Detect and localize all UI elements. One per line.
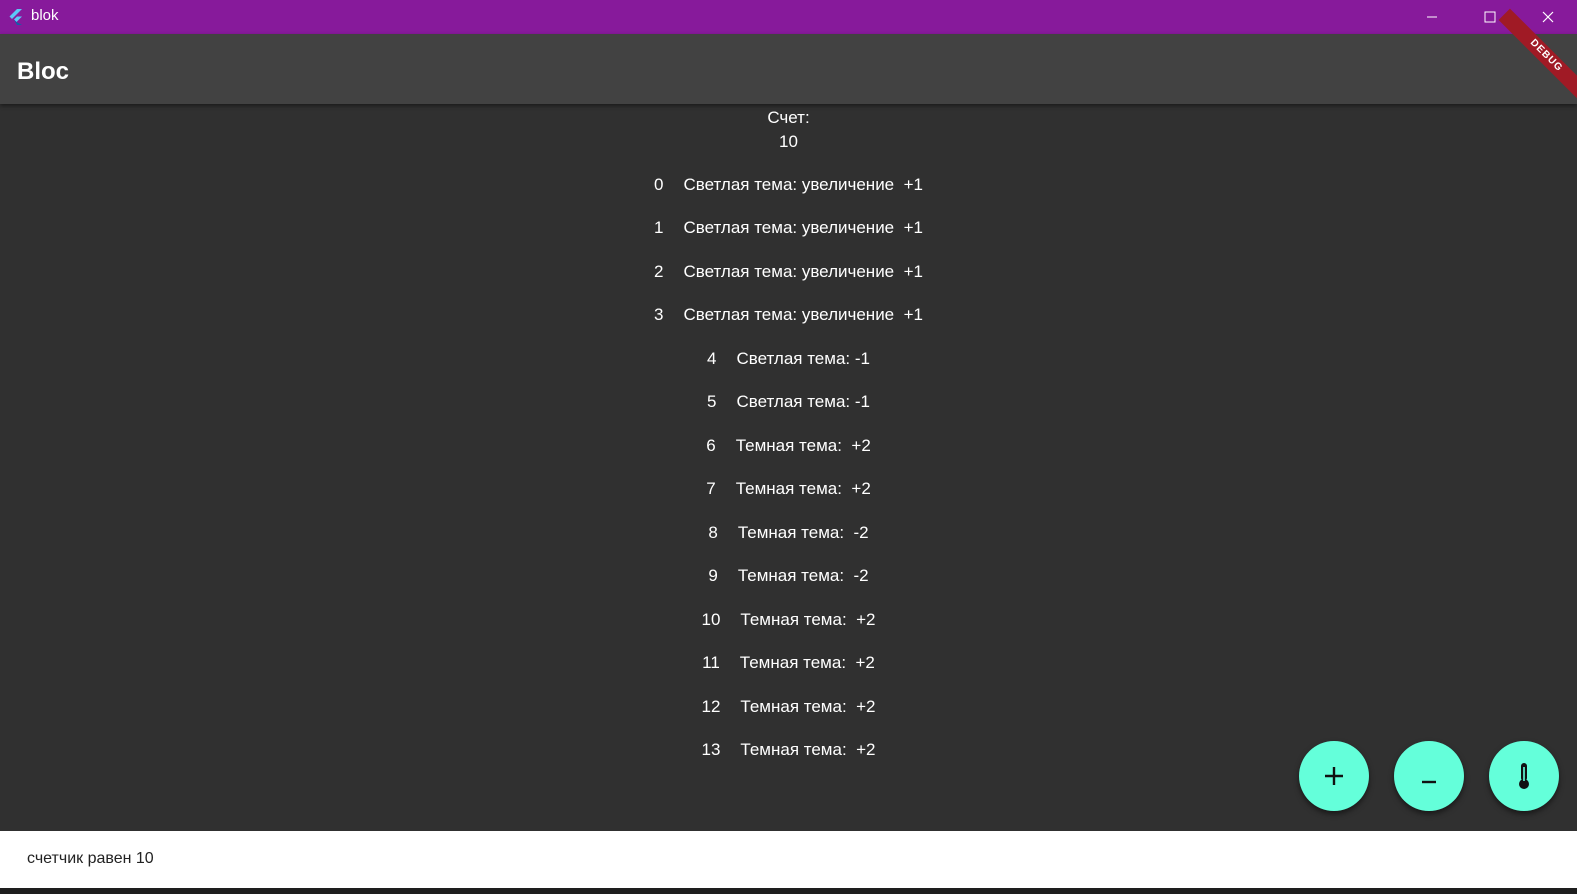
window-title: blok	[31, 7, 59, 24]
list-item-text: Темная тема: +2	[735, 436, 871, 455]
list-item-text: Темная тема: +2	[740, 697, 876, 716]
flutter-icon	[9, 9, 22, 25]
list-item-index: 9	[708, 566, 718, 585]
list-item-index: 5	[707, 392, 717, 411]
list-item-text: Темная тема: +2	[740, 610, 876, 629]
list-item-index: 6	[706, 436, 716, 455]
list-item: 10 Темная тема: +2	[0, 608, 1577, 632]
main-content: Счет: 10 0 Светлая тема: увеличение +1 1С…	[0, 104, 1577, 831]
list-item-text: Темная тема: -2	[737, 523, 869, 542]
list-item-index: 3	[654, 305, 664, 324]
app-bar-title: Bloc	[17, 58, 70, 85]
list-item-index: 4	[707, 349, 717, 368]
list-item-text: Светлая тема: увеличение +1	[683, 262, 923, 281]
list-item-text: Светлая тема: увеличение +1	[683, 305, 923, 324]
list-item-index: 13	[701, 740, 721, 759]
list-item-text: Темная тема: +2	[740, 740, 876, 759]
list-item-text: Светлая тема: -1	[736, 392, 870, 411]
increment-button[interactable]	[1299, 741, 1369, 811]
counter-label: Счет:	[767, 108, 810, 127]
list-item: 6 Темная тема: +2	[0, 434, 1577, 458]
list-item-index: 10	[701, 610, 721, 629]
list-item: 9 Темная тема: -2	[0, 564, 1577, 588]
minus-icon	[1422, 780, 1436, 784]
snackbar: счетчик равен 10	[0, 831, 1577, 888]
list-item: 7 Темная тема: +2	[0, 477, 1577, 501]
list-item-text: Темная тема: -2	[737, 566, 869, 585]
thermometer-icon	[1519, 763, 1529, 789]
list-item: 5 Светлая тема: -1	[0, 390, 1577, 414]
list-item: 4 Светлая тема: -1	[0, 347, 1577, 371]
decrement-button[interactable]	[1394, 741, 1464, 811]
list-item-index: 1	[654, 218, 664, 237]
app-bar: Bloc DEBUG	[0, 8, 1577, 104]
list-item-text: Темная тема: +2	[739, 653, 875, 672]
maximize-icon	[1484, 11, 1496, 23]
list-item-index: 2	[654, 262, 664, 281]
list-item-text: Светлая тема: увеличение +1	[683, 218, 923, 237]
minimize-icon	[1427, 16, 1437, 18]
window-titlebar: blok	[0, 0, 1577, 34]
list-item: 8 Темная тема: -2	[0, 521, 1577, 545]
minimize-button[interactable]	[1403, 0, 1461, 34]
list-item: 0 Светлая тема: увеличение +1	[0, 173, 1577, 197]
counter-value: 10	[779, 132, 798, 151]
list-item-index: 12	[701, 697, 721, 716]
list-item: 1 Светлая тема: увеличение +1	[0, 216, 1577, 240]
plus-icon	[1325, 767, 1343, 785]
list-item: 3 Светлая тема: увеличение +1	[0, 303, 1577, 327]
list-item-text: Светлая тема: -1	[736, 349, 870, 368]
list-item: 11 Темная тема: +2	[0, 651, 1577, 675]
background-strip	[0, 888, 1577, 894]
list-item-text: Темная тема: +2	[735, 479, 871, 498]
list-item-index: 8	[708, 523, 718, 542]
list-item-index: 11	[702, 653, 720, 672]
list-item: 12 Темная тема: +2	[0, 695, 1577, 719]
theme-toggle-button[interactable]	[1489, 741, 1559, 811]
list-item-index: 0	[654, 175, 664, 194]
list-item-index: 7	[706, 479, 716, 498]
close-icon	[1542, 11, 1554, 23]
snackbar-message: счетчик равен 10	[27, 850, 154, 867]
list-item: 2 Светлая тема: увеличение +1	[0, 260, 1577, 284]
list-item-text: Светлая тема: увеличение +1	[683, 175, 923, 194]
